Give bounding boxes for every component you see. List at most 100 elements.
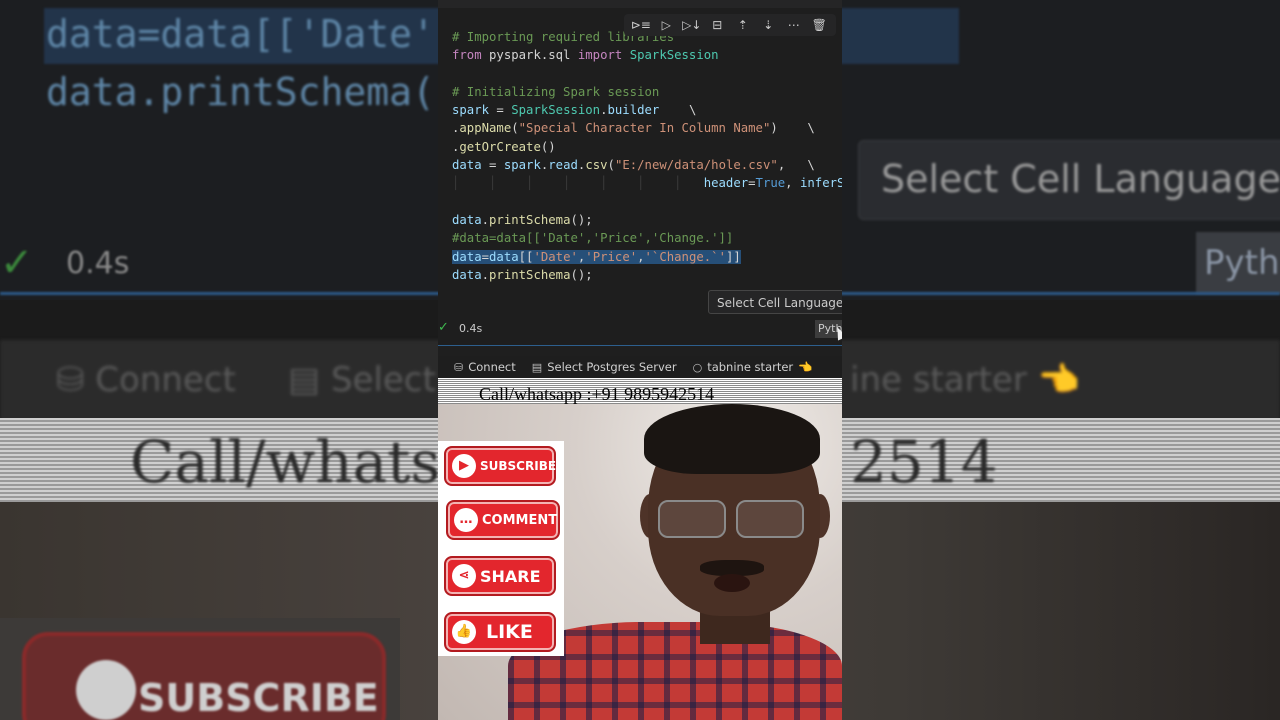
code-token: (); [570,212,593,227]
code-token: read [548,158,578,173]
code-token: ( [511,121,519,136]
bg-play-icon [76,660,136,720]
code-line-blank1[interactable] [452,65,842,83]
tabnine-icon: ○ [692,360,703,374]
code-line-selected[interactable]: data=data[['Date','Price','`Change.`']] [452,248,842,266]
code-token: "E:/new/data/hole.csv" [614,158,778,173]
delete-icon[interactable]: 🗑 [809,14,829,36]
code-token: , [785,176,800,191]
code-token: () [540,139,556,154]
code-token: = [481,158,504,173]
code-token: data [489,249,519,264]
code-token: csv [585,158,608,173]
like-button[interactable]: 👍 LIKE [444,612,556,652]
run-by-line-icon[interactable]: ⊳≡ [631,14,651,36]
bg-subscribe: SUBSCRIBE [22,632,386,720]
code-token: SparkSession [511,103,601,118]
code-token: True [755,176,786,191]
code-token: 'Price' [585,249,638,264]
social-buttons-panel: ▶ SUBSCRIBE … COMMENT ⋖ SHARE 👍 LIKE [438,441,564,656]
code-line-commented[interactable]: #data=data[['Date','Price','Change.']] [452,229,842,247]
code-line-print2[interactable]: data.printSchema(); [452,266,842,284]
code-token: ]] [725,249,741,264]
play-icon: ▶ [452,454,476,478]
glasses-icon [658,500,726,538]
server-icon: ▤ [531,360,543,374]
code-token: import [577,48,623,63]
presenter-mouth [714,574,750,592]
language-tooltip: Select Cell Language Mode [708,290,842,314]
code-token: appName [459,121,512,136]
code-token: = [481,249,490,264]
code-token: = [748,176,756,191]
share-button[interactable]: ⋖ SHARE [444,556,556,596]
move-up-icon[interactable]: ⇡ [733,14,753,36]
subscribe-button[interactable]: ▶ SUBSCRIBE [444,446,556,486]
code-token: data [452,212,482,227]
share-label: SHARE [480,566,541,586]
split-cell-icon[interactable]: ⊟ [707,14,727,36]
code-token: │ │ │ │ │ │ │ [452,176,704,191]
connect-item[interactable]: ⛁ Connect [454,360,516,374]
code-token: # Initializing Spark session [452,84,660,99]
bg-select: ▤ Select [288,360,436,400]
code-token: data [452,267,482,282]
more-icon[interactable]: ⋯ [784,14,804,36]
bg-starter: ine starter 👈 [850,360,1080,400]
bg-select-language: Select Cell Language M [858,140,1280,220]
code-line-comment2[interactable]: # Initializing Spark session [452,83,842,101]
share-icon: ⋖ [452,564,476,588]
code-token: ) \ [770,121,815,136]
subscribe-label: SUBSCRIBE [480,459,557,473]
code-token: . [481,267,490,282]
main-panel: # Importing required libraries from pyspa… [438,0,842,720]
code-token: [[ [518,249,534,264]
code-token: pyspark.sql [481,48,578,63]
notebook-cell[interactable]: # Importing required libraries from pyspa… [438,0,842,346]
code-token: builder [607,103,660,118]
code-token: \ [659,103,697,118]
code-line-blank2[interactable] [452,193,842,211]
comment-icon: … [454,508,478,532]
code-line-getorcreate[interactable]: .getOrCreate() [452,138,842,156]
code-token: inferSchema [799,176,842,191]
phone-number: Call/whatsapp :+91 9895942514 [479,384,715,404]
status-bar: ⛁ Connect ▤ Select Postgres Server ○ tabnin… [438,356,842,378]
tabnine-item[interactable]: ○ tabnine starter 👈 [693,360,813,374]
comment-button[interactable]: … COMMENT [446,500,560,540]
code-token: (); [570,267,593,282]
bg-code-line2: data.printSchema( [46,70,435,114]
code-token: SparkSession [622,48,719,63]
thumbs-up-icon: 👍 [452,620,476,644]
code-token: #data=data[['Date','Price','Change.']] [452,231,734,246]
code-token: from [452,48,482,63]
execute-below-icon[interactable]: ▷↓ [682,14,702,36]
code-token: '`Change.`' [644,249,726,264]
pointing-hand-icon: 👈 [798,360,813,374]
code-line-import[interactable]: from pyspark.sql import SparkSession [452,46,842,64]
code-token: printSchema [489,212,571,227]
code-token: , [637,249,645,264]
code-token: spark [503,158,541,173]
code-token: data [452,249,482,264]
code-editor[interactable]: # Importing required libraries from pyspa… [452,28,842,284]
code-line-appname[interactable]: .appName("Special Character In Column Na… [452,119,842,137]
success-check-icon: ✓ [438,320,449,335]
code-token: ( [607,158,615,173]
postgres-label: Select Postgres Server [547,360,677,374]
code-token: getOrCreate [459,139,541,154]
execute-above-icon[interactable]: ▷ [656,14,676,36]
bg-check-icon: ✓ [0,240,34,286]
postgres-item[interactable]: ▤ Select Postgres Server [532,360,677,374]
move-down-icon[interactable]: ⇣ [758,14,778,36]
code-line-readcsv[interactable]: data = spark.read.csv("E:/new/data/hole.… [452,156,842,174]
bg-time: 0.4s [66,246,130,281]
bg-connect: ⛁ Connect [56,360,236,400]
code-line-header[interactable]: │ │ │ │ │ │ │ header=True, inferSchema=T… [452,174,842,192]
code-token: data [452,158,482,173]
code-line-print1[interactable]: data.printSchema(); [452,211,842,229]
cell-toolbar: ⊳≡ ▷ ▷↓ ⊟ ⇡ ⇣ ⋯ 🗑 [624,14,836,36]
execution-time: 0.4s [459,322,483,335]
code-line-spark[interactable]: spark = SparkSession.builder \ [452,101,842,119]
comment-label: COMMENT [482,512,558,528]
